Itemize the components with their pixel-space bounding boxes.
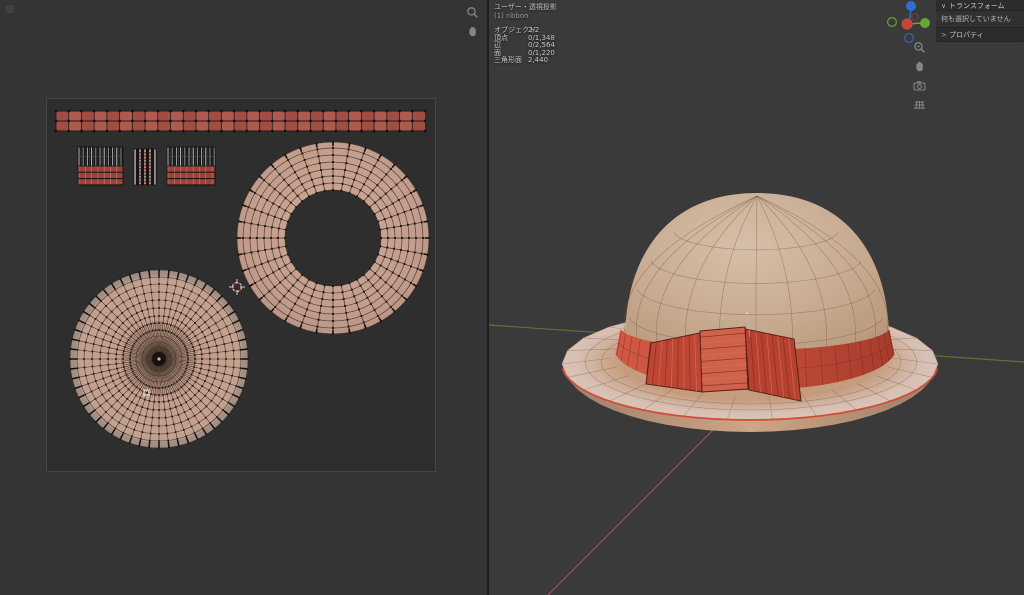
viewport-nav-icons [913, 41, 926, 111]
transform-empty-text: 何も選択していません [936, 11, 1024, 28]
properties-panel-header[interactable]: >プロパティ [936, 28, 1024, 42]
pan-hand-icon[interactable] [913, 60, 926, 73]
view-label: ユーザー・透視投影 [494, 3, 557, 12]
axis-y-handle[interactable] [901, 18, 912, 29]
axis-x-neg-handle[interactable] [888, 18, 897, 27]
chevron-right-icon: > [941, 30, 949, 40]
sidebar-panel: ∨トランスフォーム 何も選択していません >プロパティ [936, 0, 1024, 42]
camera-view-icon[interactable] [913, 79, 926, 92]
axis-y-neg-handle[interactable] [912, 14, 919, 21]
stat-triangles: 三角形面2,440 [494, 57, 555, 65]
viewport-canvas[interactable] [0, 0, 1024, 595]
statistics-overlay: オブジェクト2/2 頂点0/1,348 辺0/2,564 面0/1,220 三角… [494, 27, 555, 65]
grid-ortho-icon[interactable] [913, 98, 926, 111]
axis-x-handle[interactable] [920, 18, 930, 28]
hat-model [562, 193, 938, 432]
blender-window: ユーザー・透視投影 (1) ribbon オブジェクト2/2 頂点0/1,348… [0, 0, 1024, 595]
axis-z-handle[interactable] [906, 1, 916, 11]
zoom-icon[interactable] [913, 41, 926, 54]
chevron-down-icon: ∨ [941, 2, 949, 10]
transform-panel-header[interactable]: ∨トランスフォーム [936, 0, 1024, 11]
viewport-info: ユーザー・透視投影 (1) ribbon [494, 3, 557, 21]
active-object-label: (1) ribbon [494, 12, 557, 21]
